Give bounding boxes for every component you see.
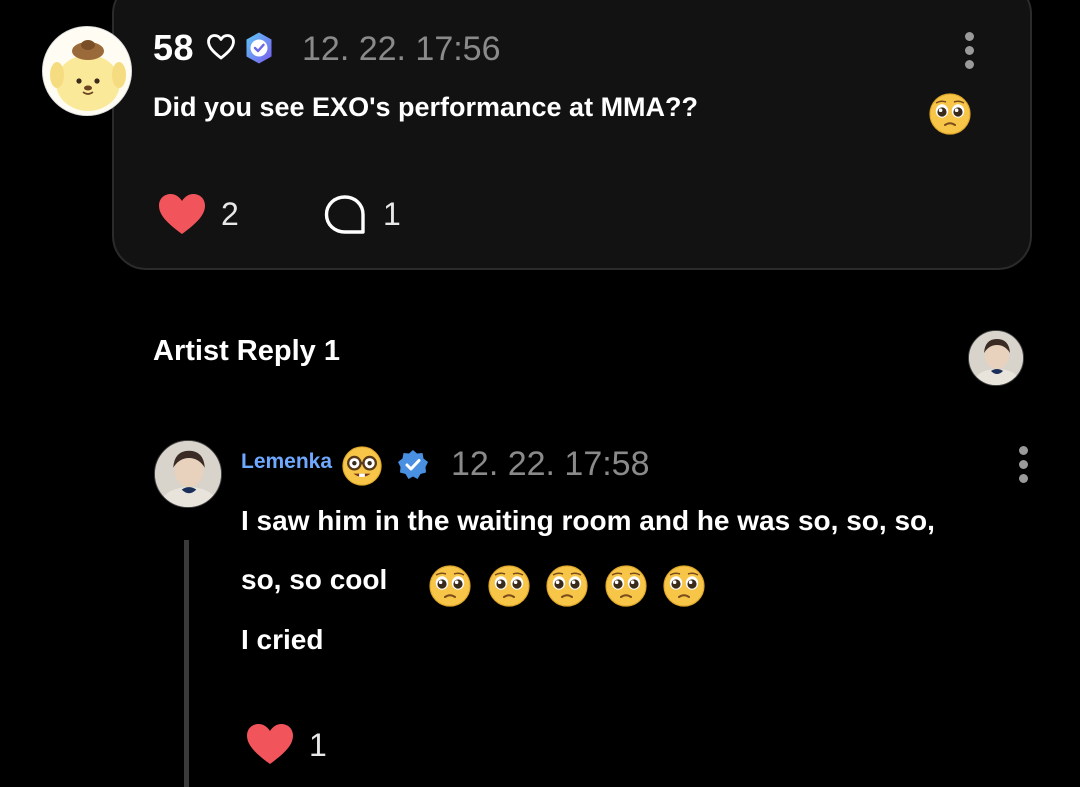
speech-bubble-icon[interactable] <box>322 193 368 239</box>
artist-photo-icon <box>155 441 221 507</box>
pleading-face-emoji <box>428 564 472 608</box>
post-author-avatar[interactable] <box>42 26 132 116</box>
reply-timestamp: 12. 22. 17:58 <box>451 445 650 483</box>
pompompurin-avatar-icon <box>43 27 131 115</box>
nerd-face-emoji <box>342 446 382 486</box>
reply-like-count: 1 <box>309 727 327 763</box>
post-comment-count: 1 <box>383 196 401 232</box>
reply-text-line: I cried <box>241 624 324 655</box>
artist-avatar-small[interactable] <box>968 330 1024 386</box>
artist-photo-icon <box>969 331 1023 385</box>
reply-author-name[interactable]: Lemenka <box>241 450 332 474</box>
pleading-face-emoji <box>487 564 531 608</box>
post-more-icon[interactable] <box>963 32 975 72</box>
reply-author-avatar[interactable] <box>154 440 222 508</box>
post-like-count: 2 <box>221 196 239 232</box>
pleading-face-emoji <box>928 92 972 136</box>
verified-check-icon <box>398 450 428 479</box>
fan-badge-icon <box>246 32 272 64</box>
reply-more-icon[interactable] <box>1017 446 1029 486</box>
artist-reply-title: Artist Reply 1 <box>153 335 340 367</box>
post-text: Did you see EXO's performance at MMA?? <box>153 92 699 122</box>
post-timestamp: 12. 22. 17:56 <box>302 30 501 68</box>
heart-outline-icon <box>207 34 235 60</box>
post-like-heart-icon[interactable] <box>157 192 207 236</box>
reply-thread-line <box>184 540 189 787</box>
reply-like-heart-icon[interactable] <box>245 722 295 766</box>
post-author-name[interactable]: 58 <box>153 27 194 69</box>
pleading-face-emoji <box>662 564 706 608</box>
pleading-face-emoji <box>545 564 589 608</box>
pleading-face-emoji <box>604 564 648 608</box>
reply-text-line: so, so cool <box>241 564 388 595</box>
reply-text-line: I saw him in the waiting room and he was… <box>241 505 935 536</box>
screen: 58 12. 22. 17:56 Did you see EXO's perfo… <box>0 0 1080 787</box>
